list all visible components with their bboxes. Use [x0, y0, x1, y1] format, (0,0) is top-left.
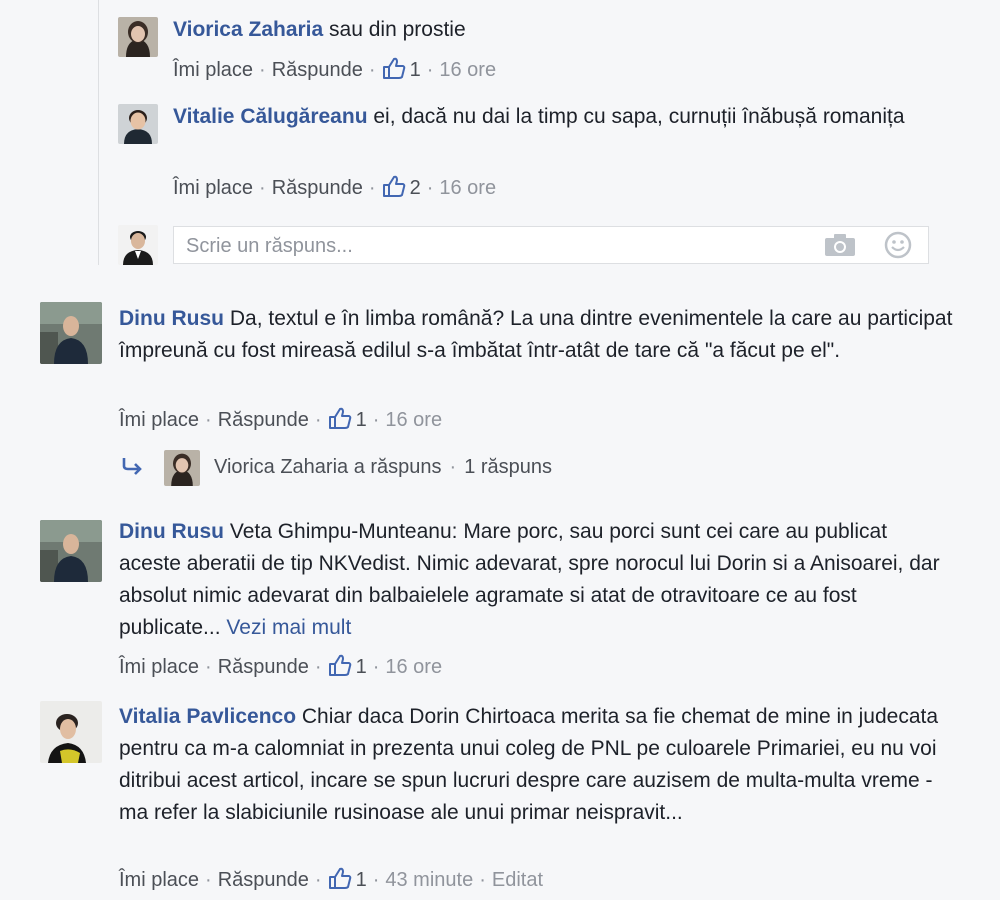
like-count-button[interactable]: 2 — [382, 175, 421, 199]
comment-author[interactable]: Vitalie Călugăreanu — [173, 105, 368, 128]
reply-input[interactable] — [184, 231, 808, 261]
reply-link[interactable]: Răspunde — [272, 59, 363, 81]
like-count: 2 — [409, 177, 421, 199]
like-count: 1 — [355, 409, 367, 431]
avatar[interactable] — [40, 302, 102, 364]
comment: Vitalia Pavlicenco Chiar daca Dorin Chir… — [119, 701, 939, 829]
comment-actions: Îmi place · Răspunde · 1 · 16 ore — [173, 57, 497, 81]
reply-composer — [173, 226, 929, 264]
reply-link[interactable]: Răspunde — [272, 177, 363, 199]
like-link[interactable]: Îmi place — [173, 177, 253, 199]
comment-author[interactable]: Viorica Zaharia — [173, 18, 323, 41]
avatar[interactable] — [40, 701, 102, 763]
timestamp[interactable]: 16 ore — [439, 59, 496, 81]
like-count: 1 — [355, 869, 367, 891]
like-count-button[interactable]: 1 — [328, 654, 367, 678]
thumbs-up-icon — [328, 407, 351, 429]
thumbs-up-icon — [328, 654, 351, 676]
replies-count: 1 răspuns — [464, 456, 553, 478]
current-user-avatar — [118, 225, 158, 265]
timestamp[interactable]: 16 ore — [439, 177, 496, 199]
thumbs-up-icon — [328, 867, 351, 889]
comment-author[interactable]: Dinu Rusu — [119, 520, 224, 543]
see-more-link[interactable]: Vezi mai mult — [226, 616, 351, 639]
comment-actions: Îmi place · Răspunde · 1 · 43 minute · Editat — [119, 867, 544, 891]
avatar[interactable] — [118, 17, 158, 57]
like-link[interactable]: Îmi place — [119, 869, 199, 891]
camera-icon[interactable] — [824, 233, 856, 262]
reply-arrow-icon — [122, 458, 142, 475]
comment-body: ei, dacă nu dai la timp cu sapa, curnuți… — [373, 105, 905, 128]
comment-text: Vitalia Pavlicenco Chiar daca Dorin Chir… — [119, 701, 939, 829]
comment-actions: Îmi place · Răspunde · 1 · 16 ore — [119, 407, 443, 431]
timestamp[interactable]: 43 minute — [385, 869, 473, 891]
comment-text: Dinu Rusu Da, textul e în limba română? … — [119, 303, 959, 367]
replies-summary-text: Viorica Zaharia a răspuns — [214, 456, 442, 478]
reply-link[interactable]: Răspunde — [218, 656, 309, 678]
thumbs-up-icon — [382, 175, 405, 197]
timestamp[interactable]: 16 ore — [385, 656, 442, 678]
timestamp[interactable]: 16 ore — [385, 409, 442, 431]
emoji-icon[interactable] — [884, 231, 912, 264]
like-count: 1 — [409, 59, 421, 81]
like-count-button[interactable]: 1 — [382, 57, 421, 81]
comment: Dinu Rusu Da, textul e în limba română? … — [119, 303, 959, 367]
comment: Vitalie Călugăreanu ei, dacă nu dai la t… — [173, 101, 933, 133]
avatar[interactable] — [40, 520, 102, 582]
avatar — [164, 449, 200, 486]
thumbs-up-icon — [382, 57, 405, 79]
comment: Dinu Rusu Veta Ghimpu-Munteanu: Mare por… — [119, 516, 949, 644]
comment-actions: Îmi place · Răspunde · 1 · 16 ore — [119, 654, 443, 678]
comment-body: sau din prostie — [329, 18, 466, 41]
comment: Viorica Zaharia sau din prostie — [173, 14, 933, 46]
reply-link[interactable]: Răspunde — [218, 869, 309, 891]
thread-indent-line — [98, 0, 99, 265]
edited-label[interactable]: Editat — [492, 869, 543, 891]
comment-text: Vitalie Călugăreanu ei, dacă nu dai la t… — [173, 101, 933, 133]
comment-author[interactable]: Dinu Rusu — [119, 307, 224, 330]
comment-text: Dinu Rusu Veta Ghimpu-Munteanu: Mare por… — [119, 516, 949, 644]
like-count: 1 — [355, 656, 367, 678]
comment-text: Viorica Zaharia sau din prostie — [173, 14, 933, 46]
like-count-button[interactable]: 1 — [328, 867, 367, 891]
like-count-button[interactable]: 1 — [328, 407, 367, 431]
avatar[interactable] — [118, 104, 158, 144]
like-link[interactable]: Îmi place — [119, 656, 199, 678]
like-link[interactable]: Îmi place — [173, 59, 253, 81]
view-replies-link[interactable]: Viorica Zaharia a răspuns · 1 răspuns — [120, 448, 552, 486]
like-link[interactable]: Îmi place — [119, 409, 199, 431]
comment-author[interactable]: Vitalia Pavlicenco — [119, 705, 296, 728]
comment-body: Da, textul e în limba română? La una din… — [119, 307, 953, 362]
comment-actions: Îmi place · Răspunde · 2 · 16 ore — [173, 175, 497, 199]
reply-link[interactable]: Răspunde — [218, 409, 309, 431]
